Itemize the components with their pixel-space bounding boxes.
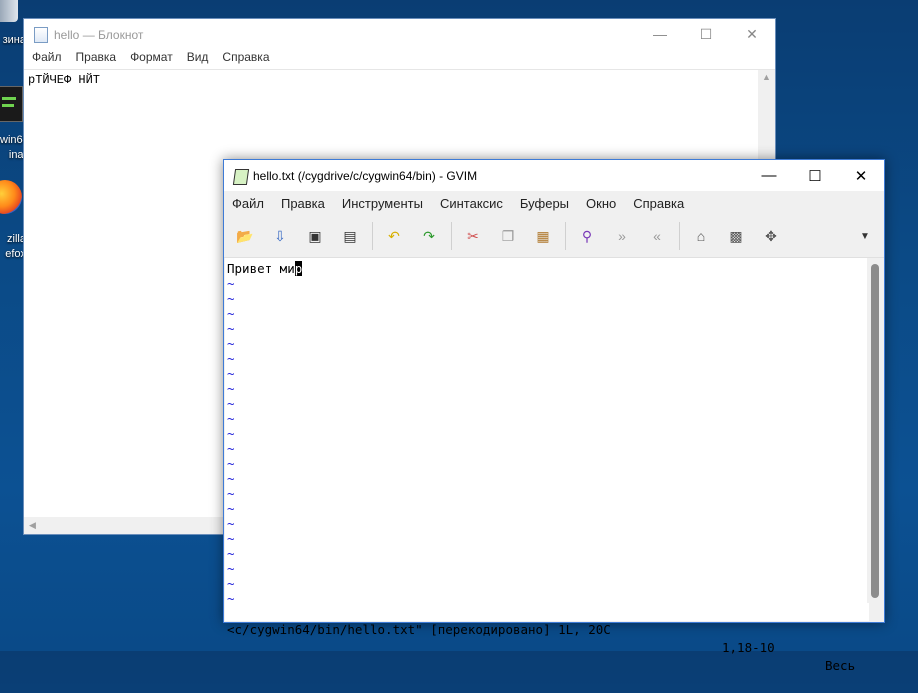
- copy-icon[interactable]: ❐: [495, 223, 521, 249]
- run-script-icon[interactable]: ✥: [758, 223, 784, 249]
- notepad-menubar: Файл Правка Формат Вид Справка: [24, 50, 775, 68]
- save-session-icon[interactable]: ▩: [723, 223, 749, 249]
- buffer-line[interactable]: Привет мир: [227, 261, 303, 276]
- maximize-button[interactable]: ☐: [683, 26, 729, 43]
- find-next-icon[interactable]: »: [609, 223, 635, 249]
- scroll-up-icon[interactable]: ▲: [762, 72, 771, 82]
- empty-line-tilde: ~: [227, 366, 235, 381]
- gvim-toolbar: 📂 ⇩ ▣ ▤ ↶ ↷ ✂ ❐ ▦ ⚲ » « ⌂ ▩ ✥ ▼: [224, 215, 884, 258]
- empty-line-tilde: ~: [227, 561, 235, 576]
- close-button[interactable]: ✕: [729, 26, 775, 43]
- notepad-icon: [34, 26, 48, 43]
- empty-line-tilde: ~: [227, 471, 235, 486]
- empty-line-tilde: ~: [227, 351, 235, 366]
- gvim-icon: [232, 168, 248, 184]
- gvim-title: hello.txt (/cygdrive/c/cygwin64/bin) - G…: [253, 168, 478, 183]
- notepad-text[interactable]: рТЙЧЕФ НЙТ: [28, 73, 100, 87]
- menu-format[interactable]: Формат: [130, 50, 173, 68]
- empty-line-tilde: ~: [227, 486, 235, 501]
- menu-file[interactable]: Файл: [32, 50, 62, 68]
- save-all-icon[interactable]: ▣: [302, 223, 328, 249]
- empty-line-tilde: ~: [227, 396, 235, 411]
- menu-tools[interactable]: Инструменты: [342, 196, 423, 211]
- gvim-titlebar[interactable]: hello.txt (/cygdrive/c/cygwin64/bin) - G…: [224, 160, 884, 191]
- save-icon[interactable]: ⇩: [267, 223, 293, 249]
- notepad-title: hello — Блокнот: [54, 27, 144, 42]
- recycle-bin-icon[interactable]: [0, 0, 18, 22]
- menu-window[interactable]: Окно: [586, 196, 616, 211]
- empty-line-tilde: ~: [227, 321, 235, 336]
- undo-icon[interactable]: ↶: [381, 223, 407, 249]
- empty-line-tilde: ~: [227, 381, 235, 396]
- empty-line-tilde: ~: [227, 336, 235, 351]
- empty-line-tilde: ~: [227, 456, 235, 471]
- menu-syntax[interactable]: Синтаксис: [440, 196, 503, 211]
- maximize-button[interactable]: ☐: [792, 167, 838, 185]
- toolbar-separator: [451, 222, 452, 250]
- gvim-editor[interactable]: Привет мир ~ ~ ~ ~ ~ ~ ~ ~ ~ ~ ~ ~ ~ ~ ~ ~ ~ ~ ~ ~ ~ ~: [225, 258, 869, 606]
- find-prev-icon[interactable]: «: [644, 223, 670, 249]
- notepad-titlebar[interactable]: hello — Блокнот — ☐ ✕: [24, 19, 775, 50]
- cut-icon[interactable]: ✂: [460, 223, 486, 249]
- minimize-button[interactable]: —: [637, 26, 683, 43]
- menu-file[interactable]: Файл: [232, 196, 264, 211]
- gvim-statusline: <c/cygwin64/bin/hello.txt" [перекодирова…: [225, 603, 869, 673]
- toolbar-overflow-icon[interactable]: ▼: [852, 223, 878, 249]
- empty-line-tilde: ~: [227, 531, 235, 546]
- empty-line-tilde: ~: [227, 501, 235, 516]
- scroll-percent: Весь: [825, 658, 856, 673]
- vertical-scrollbar[interactable]: [867, 258, 883, 604]
- empty-line-tilde: ~: [227, 576, 235, 591]
- toolbar-separator: [372, 222, 373, 250]
- empty-line-tilde: ~: [227, 426, 235, 441]
- empty-line-tilde: ~: [227, 516, 235, 531]
- menu-edit[interactable]: Правка: [76, 50, 117, 68]
- load-session-icon[interactable]: ⌂: [688, 223, 714, 249]
- empty-line-tilde: ~: [227, 411, 235, 426]
- toolbar-separator: [679, 222, 680, 250]
- cursor-position: 1,18-10: [722, 640, 775, 655]
- empty-line-tilde: ~: [227, 546, 235, 561]
- firefox-icon[interactable]: [0, 180, 22, 214]
- empty-line-tilde: ~: [227, 276, 235, 291]
- menu-buffers[interactable]: Буферы: [520, 196, 569, 211]
- close-button[interactable]: ✕: [838, 167, 884, 185]
- open-file-icon[interactable]: 📂: [232, 223, 258, 249]
- gvim-window[interactable]: hello.txt (/cygdrive/c/cygwin64/bin) - G…: [223, 159, 885, 673]
- find-replace-icon[interactable]: ⚲: [574, 223, 600, 249]
- buffer-text: Привет ми: [227, 261, 295, 276]
- menu-help[interactable]: Справка: [633, 196, 684, 211]
- text-cursor: р: [294, 261, 303, 276]
- status-message: <c/cygwin64/bin/hello.txt" [перекодирова…: [227, 622, 611, 637]
- scrollbar-thumb[interactable]: [871, 264, 879, 598]
- gvim-menubar: Файл Правка Инструменты Синтаксис Буферы…: [224, 191, 884, 215]
- print-icon[interactable]: ▤: [337, 223, 363, 249]
- empty-line-tilde: ~: [227, 306, 235, 321]
- menu-help[interactable]: Справка: [222, 50, 269, 68]
- terminal-icon[interactable]: [0, 86, 23, 122]
- menu-view[interactable]: Вид: [187, 50, 209, 68]
- menu-edit[interactable]: Правка: [281, 196, 325, 211]
- scroll-left-icon[interactable]: ◀: [29, 520, 36, 531]
- empty-line-tilde: ~: [227, 441, 235, 456]
- redo-icon[interactable]: ↷: [416, 223, 442, 249]
- toolbar-separator: [565, 222, 566, 250]
- paste-icon[interactable]: ▦: [530, 223, 556, 249]
- empty-line-tilde: ~: [227, 291, 235, 306]
- minimize-button[interactable]: —: [746, 167, 792, 185]
